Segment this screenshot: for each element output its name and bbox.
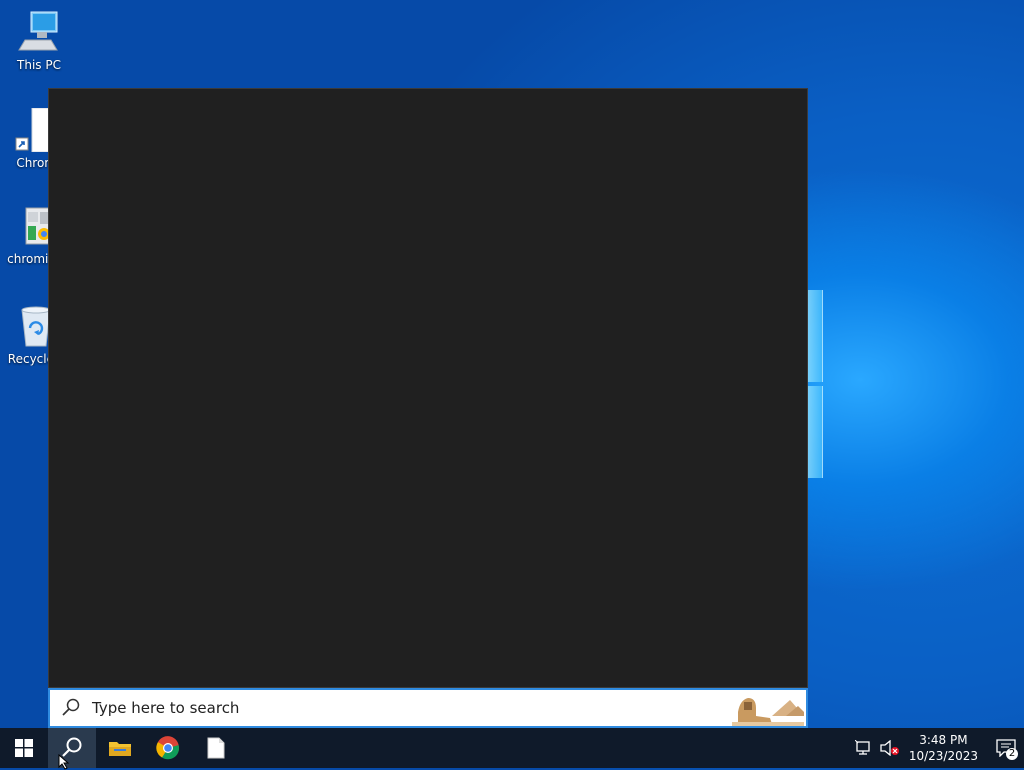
taskbar-chrome[interactable] [144,728,192,768]
clock-date: 10/23/2023 [908,749,978,763]
chrome-icon [156,736,180,760]
taskbar-clock[interactable]: 3:48 PM 10/23/2023 [909,732,978,764]
desktop-icon-recycle-bin[interactable]: Recycle [0,304,54,366]
blank-file-icon [207,737,225,759]
taskbar: 3:48 PM 10/23/2023 2 [0,728,1024,770]
taskbar-file[interactable] [192,728,240,768]
wallpaper-logo-pane-upper [808,290,823,382]
action-center-button[interactable]: 2 [988,728,1024,768]
network-icon[interactable] [853,740,875,756]
wallpaper-logo-pane-lower [808,386,823,478]
start-button[interactable] [0,728,48,768]
clock-time: 3:48 PM [919,733,968,747]
desktop-icon-label: This PC [17,58,61,72]
taskbar-file-explorer[interactable] [96,728,144,768]
taskbar-search-box[interactable]: Type here to search [48,688,808,728]
volume-muted-icon[interactable] [877,740,903,756]
windows-logo-icon [15,739,33,757]
desktop-icon-label: Recycle [7,352,54,366]
search-placeholder[interactable]: Type here to search [92,699,239,717]
folder-icon [109,742,131,756]
desktop-icon-this-pc[interactable]: This PC [2,10,76,72]
notification-count-badge: 2 [1006,748,1018,760]
taskbar-search-button[interactable] [48,728,96,770]
search-highlight-sphinx-icon [732,690,804,726]
search-flyout-panel [48,88,808,688]
search-icon [60,697,82,719]
system-tray: 3:48 PM 10/23/2023 2 [853,728,1024,768]
computer-icon [17,10,61,54]
